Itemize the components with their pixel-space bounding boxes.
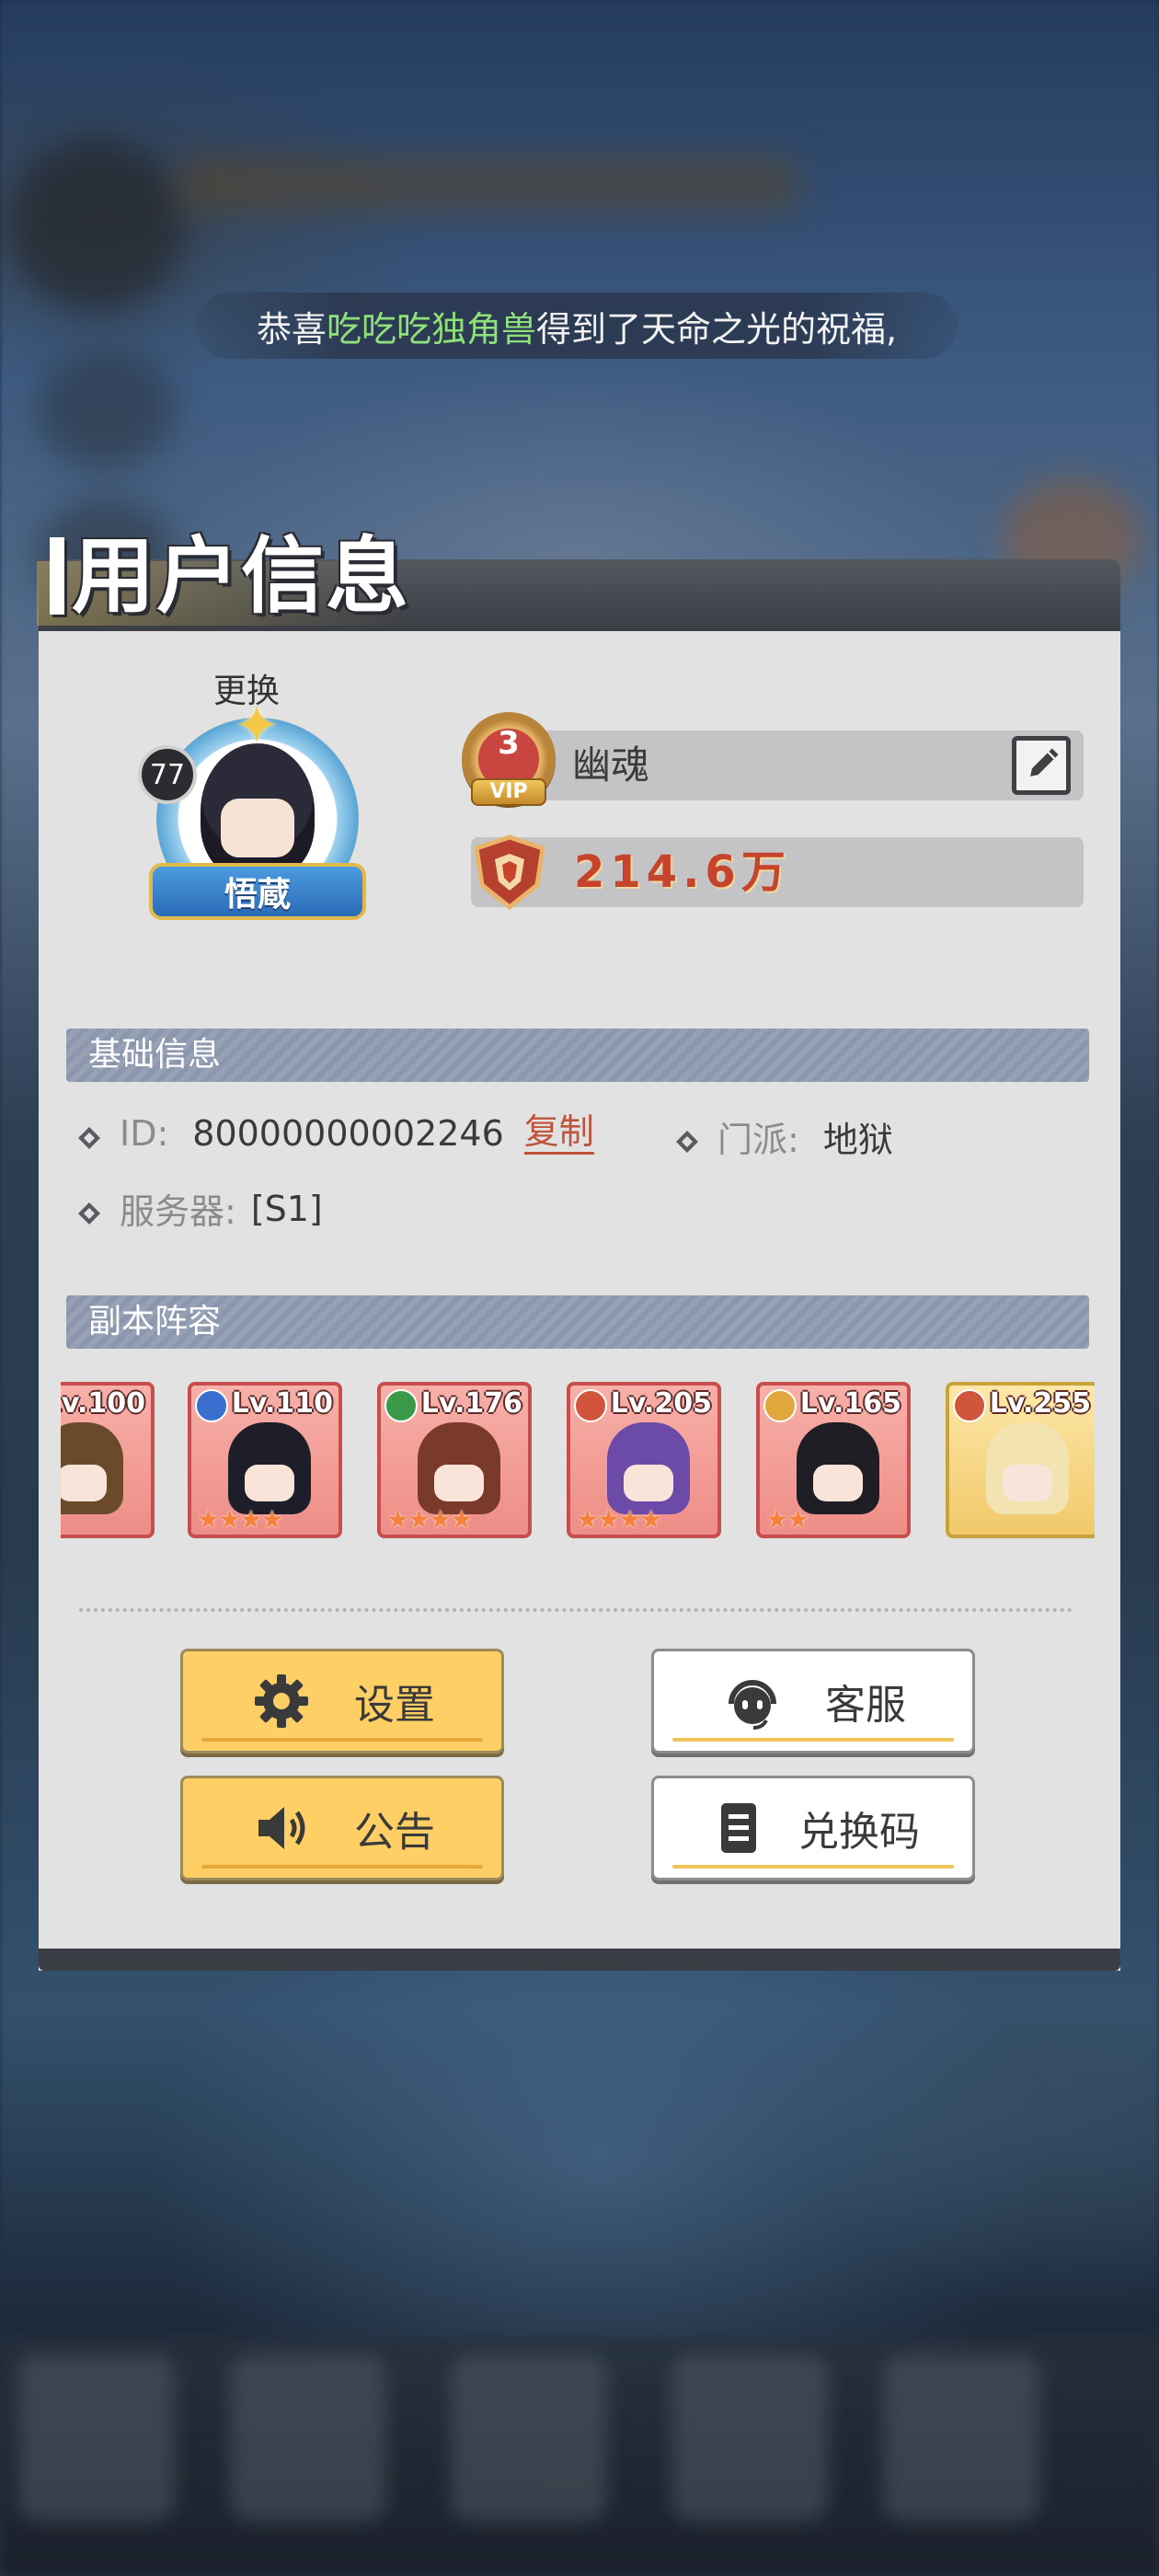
hero-lineup-list[interactable]: Lv.100 ★ Lv.110 ★★★★ Lv.176 ★★★★ Lv.205 … [61, 1382, 1095, 1542]
hero-element-icon [953, 1389, 986, 1422]
star-icon: ✦ [234, 694, 281, 758]
customer-service-button[interactable]: 客服 [651, 1649, 975, 1754]
background-side-button [37, 350, 175, 469]
name-bar [478, 730, 1084, 800]
hero-face [245, 1465, 294, 1501]
redeem-code-button[interactable]: 兑换码 [651, 1776, 975, 1880]
hero-card[interactable]: Lv.110 ★★★★ [188, 1382, 342, 1538]
document-icon [706, 1796, 771, 1860]
pencil-icon [1030, 748, 1059, 776]
hero-card[interactable]: Lv.100 ★ [61, 1382, 155, 1538]
hero-level: Lv.110 [231, 1387, 333, 1420]
background-nav-tab [671, 2355, 828, 2521]
background-nav-tab [883, 2355, 1039, 2521]
copy-id-button[interactable]: 复制 [523, 1111, 594, 1155]
hero-face [1003, 1465, 1052, 1501]
hero-face [61, 1465, 107, 1501]
hero-element-icon [384, 1389, 418, 1422]
hero-stars: ★★ [765, 1504, 809, 1535]
hero-face [434, 1465, 484, 1501]
hero-level: Lv.205 [610, 1387, 712, 1420]
vip-badge: 3 VIP [454, 708, 563, 817]
background-nav-tab [18, 2355, 175, 2521]
hero-card[interactable]: Lv.255 [946, 1382, 1095, 1538]
combat-power-value: 214.6万 [574, 846, 791, 898]
hero-element-icon [763, 1389, 797, 1422]
broadcast-banner: 恭喜 吃吃吃独角兽 得到了天命之光的祝福, [196, 293, 958, 359]
hero-card[interactable]: Lv.205 ★★★★ [567, 1382, 721, 1538]
hero-card[interactable]: Lv.165 ★★ [756, 1382, 911, 1538]
hero-level: Lv.176 [420, 1387, 522, 1420]
announcement-label: 公告 [354, 1809, 435, 1856]
hero-level: Lv.165 [799, 1387, 901, 1420]
section-header-basic-info: 基础信息 [66, 1029, 1089, 1082]
panel-footer [39, 1949, 1120, 1971]
gear-icon [249, 1669, 314, 1733]
hero-face [624, 1465, 673, 1501]
speaker-icon [249, 1796, 314, 1860]
hero-stars: ★★★★ [576, 1504, 662, 1535]
headset-icon [720, 1669, 785, 1733]
hero-level: Lv.255 [989, 1387, 1091, 1420]
player-level-badge: 77 [138, 745, 197, 804]
hero-element-icon [195, 1389, 228, 1422]
redeem-code-label: 兑换码 [798, 1809, 920, 1856]
customer-service-label: 客服 [825, 1682, 906, 1729]
announcement-button[interactable]: 公告 [180, 1776, 504, 1880]
server-label: 服务器: [120, 1191, 236, 1232]
title-accent-bar [50, 537, 64, 615]
hero-stars: ★★★★ [197, 1504, 283, 1535]
hero-face [813, 1465, 863, 1501]
button-underline [672, 1738, 954, 1742]
diamond-bullet-icon [673, 1123, 701, 1153]
vip-label: VIP [471, 778, 546, 806]
banner-prefix: 恭喜 [256, 308, 327, 350]
background-name-bar [175, 156, 800, 212]
background-nav-tab [451, 2355, 607, 2521]
background-avatar [9, 138, 184, 313]
settings-label: 设置 [354, 1682, 435, 1729]
hero-stars: ★★★★ [386, 1504, 473, 1535]
id-label: ID: [120, 1112, 169, 1154]
hero-element-icon [574, 1389, 607, 1422]
button-underline [201, 1738, 483, 1742]
faction-row: 门派: 地狱 [673, 1111, 893, 1162]
server-row: 服务器: [S1] [75, 1183, 323, 1234]
faction-label: 门派: [717, 1120, 799, 1160]
avatar[interactable]: ✦ 77 悟蔵 [129, 694, 386, 948]
banner-player-name: 吃吃吃独角兽 [326, 308, 536, 350]
player-name: 幽魂 [572, 742, 650, 788]
banner-suffix: 得到了天命之光的祝福, [535, 308, 898, 350]
hero-level: Lv.100 [61, 1387, 145, 1420]
id-value: 80000000002246 [192, 1112, 504, 1154]
faction-value: 地狱 [822, 1120, 893, 1160]
diamond-bullet-icon [75, 1120, 103, 1149]
diamond-bullet-icon [75, 1195, 103, 1225]
shield-icon [469, 832, 550, 913]
edit-name-button[interactable] [1012, 736, 1071, 795]
divider [79, 1608, 1073, 1612]
server-value: [S1] [250, 1188, 323, 1229]
button-underline [672, 1865, 954, 1869]
player-id-row: ID: 80000000002246 复制 [75, 1111, 594, 1155]
rank-title-plate: 悟蔵 [149, 863, 366, 920]
panel-title: 用户信息 [72, 528, 410, 625]
avatar-face [221, 799, 294, 857]
button-underline [201, 1865, 483, 1869]
settings-button[interactable]: 设置 [180, 1649, 504, 1754]
vip-level: 3 [498, 725, 520, 762]
hero-card[interactable]: Lv.176 ★★★★ [377, 1382, 532, 1538]
background-nav-tab [230, 2355, 386, 2521]
section-header-dungeon-lineup: 副本阵容 [66, 1295, 1089, 1349]
